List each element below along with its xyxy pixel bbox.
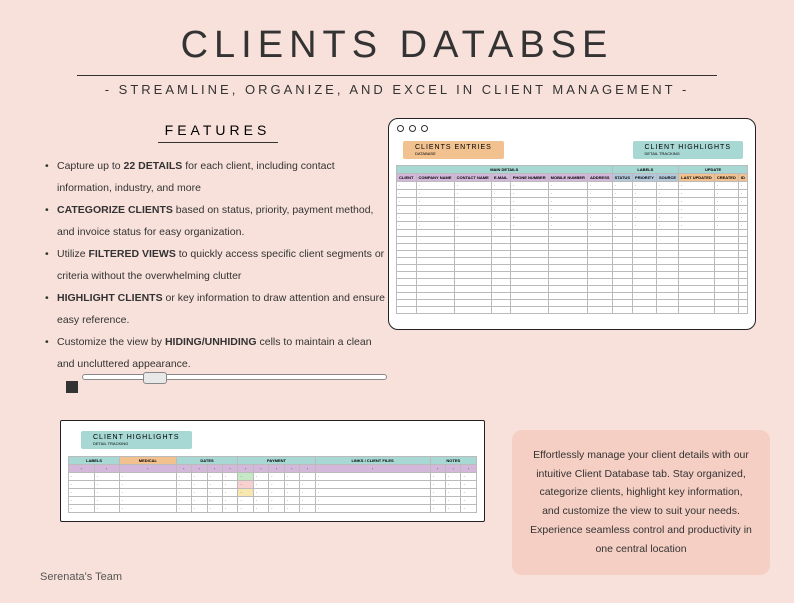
badge-client-highlights: CLIENT HIGHLIGHTSDETAIL TRACKING bbox=[633, 141, 744, 159]
minimize-icon bbox=[409, 125, 416, 132]
maximize-icon bbox=[421, 125, 428, 132]
spreadsheet-table: MAIN DETAILSLABELSUPDATE CLIENTCOMPANY N… bbox=[396, 165, 748, 314]
page-subtitle: - STREAMLINE, ORGANIZE, AND EXCEL IN CLI… bbox=[0, 82, 794, 97]
badge-clients-entries: CLIENTS ENTRIESDATABASE bbox=[403, 141, 504, 159]
hide-toggle-icon bbox=[66, 381, 78, 393]
window-controls bbox=[389, 119, 755, 137]
feature-item: HIGHLIGHT CLIENTS or key information to … bbox=[45, 287, 390, 331]
divider bbox=[77, 75, 717, 76]
page-title: CLIENTS DATABSE bbox=[0, 0, 794, 67]
spreadsheet-preview-main: CLIENTS ENTRIESDATABASE CLIENT HIGHLIGHT… bbox=[388, 118, 756, 330]
spreadsheet-preview-bottom: CLIENT HIGHLIGHTSDETAIL TRACKING LABELSM… bbox=[60, 420, 485, 522]
features-panel: FEATURES Capture up to 22 DETAILS for ea… bbox=[45, 122, 390, 375]
feature-item: Capture up to 22 DETAILS for each client… bbox=[45, 155, 390, 199]
feature-item: CATEGORIZE CLIENTS based on status, prio… bbox=[45, 199, 390, 243]
promo-text: Effortlessly manage your client details … bbox=[512, 430, 770, 575]
footer-credit: Serenata's Team bbox=[40, 571, 122, 583]
badge-client-highlights: CLIENT HIGHLIGHTSDETAIL TRACKING bbox=[81, 431, 192, 449]
feature-item: Customize the view by HIDING/UNHIDING ce… bbox=[45, 331, 390, 375]
feature-item: Utilize FILTERED VIEWS to quickly access… bbox=[45, 243, 390, 287]
spreadsheet-table-bottom: LABELSMEDICALDATESPAYMENTLINKS / CLIENT … bbox=[68, 456, 477, 513]
features-list: Capture up to 22 DETAILS for each client… bbox=[45, 155, 390, 375]
hide-slider[interactable] bbox=[82, 374, 387, 380]
close-icon bbox=[397, 125, 404, 132]
divider bbox=[158, 142, 278, 143]
features-heading: FEATURES bbox=[45, 122, 390, 138]
